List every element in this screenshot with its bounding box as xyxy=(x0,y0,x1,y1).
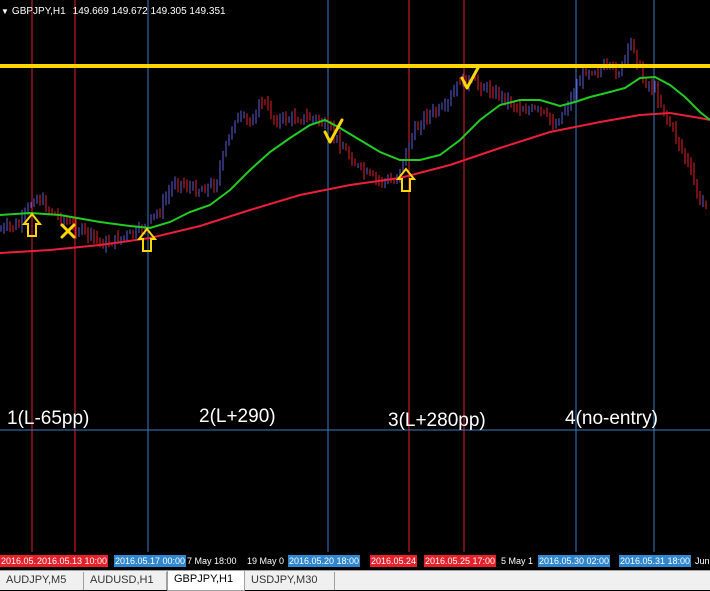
trade-markers xyxy=(21,64,481,252)
time-label: 2016.05.25 17:00 xyxy=(424,555,497,567)
ma-fast-line xyxy=(0,75,710,230)
tab-audjpy-m5[interactable]: AUDJPY,M5 xyxy=(0,572,84,590)
time-label: 2016.05.24 xyxy=(370,555,418,567)
trade-label-3: 3(L+280pp) xyxy=(388,410,486,431)
trade-label-1: 1(L-65pp) xyxy=(7,408,90,429)
chart-area[interactable]: ▼ GBPJPY,H1 149.669 149.672 149.305 149.… xyxy=(0,0,710,552)
tab-audusd-h1[interactable]: AUDUSD,H1 xyxy=(84,572,167,590)
tab-usdjpy-m30[interactable]: USDJPY,M30 xyxy=(245,572,335,590)
vertical-lines xyxy=(31,0,655,552)
price-chart[interactable] xyxy=(0,0,710,552)
symbol-info: GBPJPY,H1 xyxy=(11,5,66,17)
time-label: 5 May 1 xyxy=(500,555,535,567)
collapse-triangle-icon[interactable]: ▼ xyxy=(1,7,9,16)
trade-label-2: 2(L+290) xyxy=(199,406,276,427)
chart-tab-bar: AUDJPY,M5 AUDUSD,H1 GBPJPY,H1 USDJPY,M30 xyxy=(0,570,710,591)
ma-slow-line xyxy=(0,111,710,254)
entry-arrow-icon xyxy=(136,227,158,252)
check-icon xyxy=(460,64,481,90)
time-label: 2016.05.20 18:00 xyxy=(288,555,361,567)
price-info: 149.669 149.672 149.305 149.351 xyxy=(72,5,226,17)
symbol-header: ▼ GBPJPY,H1 149.669 149.672 149.305 149.… xyxy=(0,3,226,19)
time-label: 7 May 18:00 xyxy=(186,555,238,567)
candles xyxy=(0,37,707,253)
time-label: 2016.05.13 10:00 xyxy=(36,555,109,567)
exit-cross-icon xyxy=(60,223,76,239)
time-label: Jun xyxy=(694,555,710,567)
time-label: 2016.05.31 18:00 xyxy=(619,555,692,567)
tab-gbpjpy-h1[interactable]: GBPJPY,H1 xyxy=(167,571,245,591)
trade-label-4: 4(no-entry) xyxy=(565,408,658,429)
time-axis: 2016.05.1 2016.05.13 10:00 2016.05.17 00… xyxy=(0,552,710,570)
time-label: 19 May 0 xyxy=(246,555,286,567)
time-label: 2016.05.17 00:00 xyxy=(114,555,187,567)
time-label: 2016.05.30 02:00 xyxy=(538,555,611,567)
